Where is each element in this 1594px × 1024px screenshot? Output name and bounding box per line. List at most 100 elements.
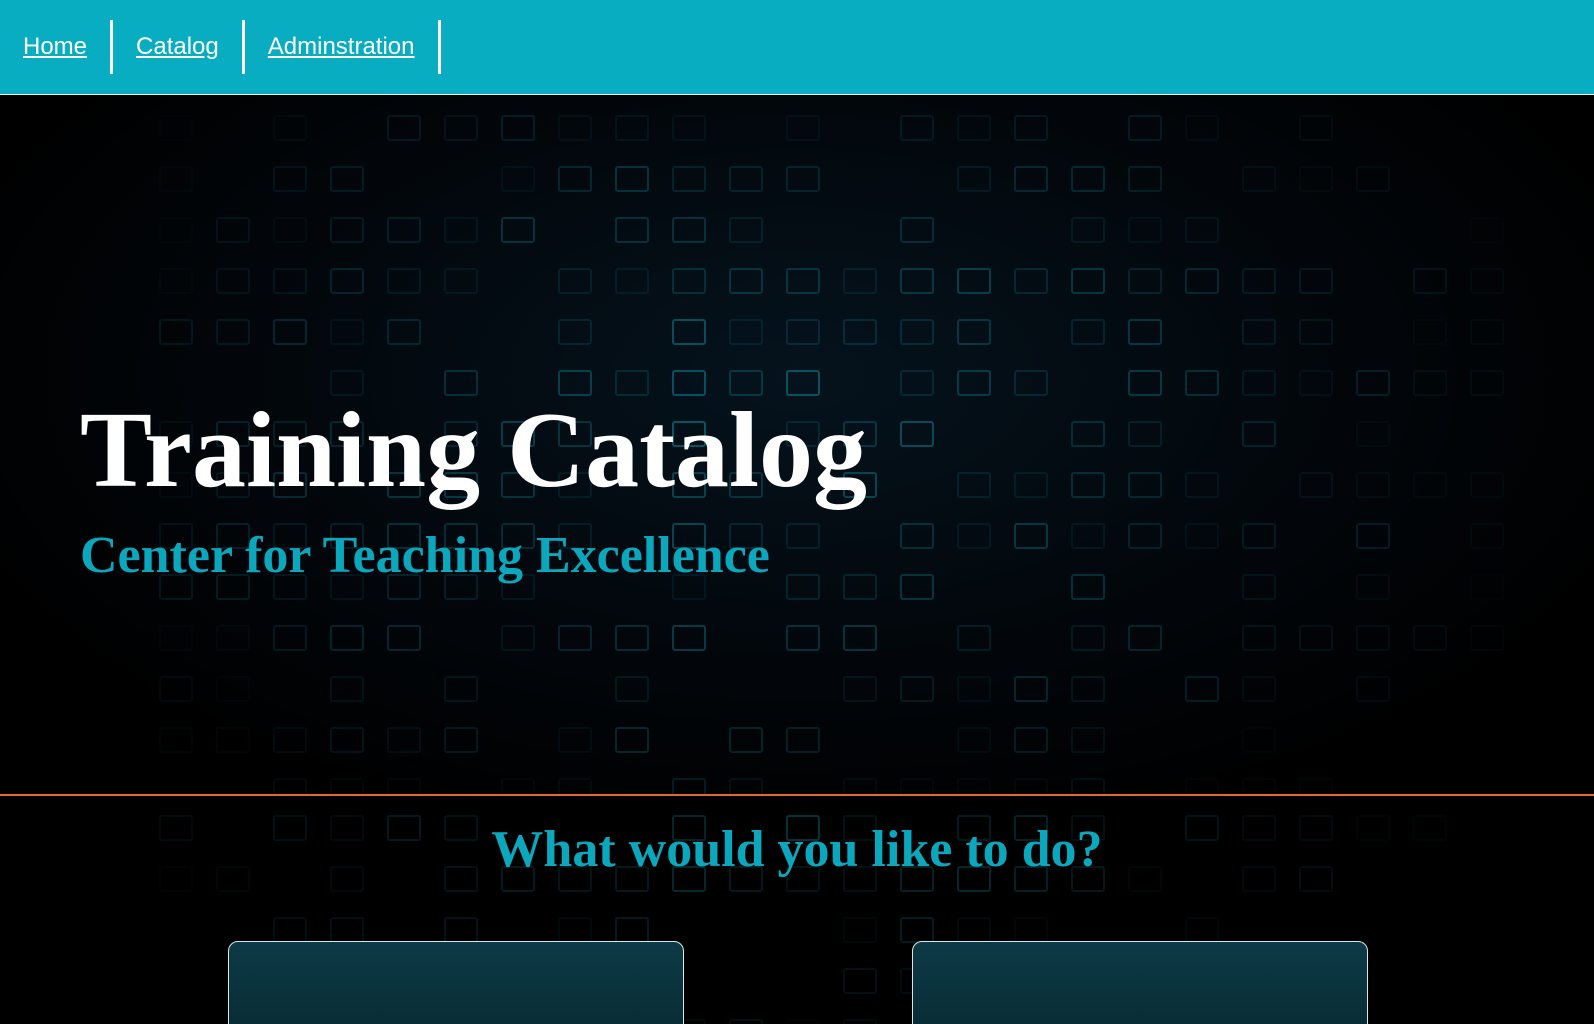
grid-square [1128,472,1162,498]
grid-square [843,319,877,345]
grid-square [1185,523,1219,549]
grid-square [1356,166,1390,192]
grid-square [1470,472,1504,498]
grid-square [501,625,535,651]
grid-square [900,778,934,794]
grid-square [1470,370,1504,396]
grid-square [387,778,421,794]
grid-square [786,319,820,345]
grid-square [957,370,991,396]
grid-square [273,319,307,345]
grid-square [501,115,535,141]
grid-square [1014,917,1048,943]
grid-square [1242,778,1276,794]
grid-square [672,319,706,345]
grid-square [1242,370,1276,396]
grid-square [1299,115,1333,141]
grid-square [1242,625,1276,651]
grid-square [1014,472,1048,498]
grid-square [843,1019,877,1024]
grid-square [843,268,877,294]
grid-square [1185,115,1219,141]
grid-square [1014,268,1048,294]
grid-square [273,217,307,243]
grid-square [159,625,193,651]
grid-square [159,727,193,753]
grid-square [1413,268,1447,294]
grid-square [957,115,991,141]
grid-square [786,115,820,141]
grid-square [1014,523,1048,549]
grid-square [900,217,934,243]
hero-banner: Training Catalog Center for Teaching Exc… [0,96,1594,796]
grid-square [786,574,820,600]
grid-square [957,727,991,753]
grid-square [558,115,592,141]
grid-square [672,115,706,141]
grid-square [558,268,592,294]
grid-square [957,166,991,192]
grid-square [1071,166,1105,192]
grid-square [900,917,934,943]
grid-square [843,968,877,994]
grid-square [843,778,877,794]
grid-square [1242,166,1276,192]
grid-square [1014,727,1048,753]
grid-square [330,319,364,345]
grid-square [1242,268,1276,294]
action-card-right[interactable] [912,941,1368,1024]
grid-square [786,727,820,753]
grid-square [387,115,421,141]
grid-square [558,727,592,753]
grid-square [1356,625,1390,651]
grid-square [729,268,763,294]
page-subtitle: Center for Teaching Excellence [80,527,770,584]
grid-square [1356,472,1390,498]
grid-square [387,268,421,294]
grid-square [1185,676,1219,702]
grid-square [615,115,649,141]
grid-square [1299,268,1333,294]
grid-square [1299,472,1333,498]
grid-square [615,268,649,294]
grid-square [957,523,991,549]
grid-square [672,625,706,651]
grid-square [444,217,478,243]
grid-square [1242,319,1276,345]
nav-item-home: Home [0,20,114,74]
grid-square [1071,523,1105,549]
grid-square [1014,115,1048,141]
grid-square [159,676,193,702]
grid-square [729,319,763,345]
grid-square [1128,268,1162,294]
grid-square [1128,370,1162,396]
grid-square [1185,268,1219,294]
grid-square [1470,625,1504,651]
nav-link-administration[interactable]: Adminstration [268,33,415,61]
grid-square [729,166,763,192]
grid-square [1299,778,1333,794]
grid-square [1071,625,1105,651]
grid-square [787,1020,819,1024]
grid-square [159,268,193,294]
grid-square [786,268,820,294]
grid-square [1299,370,1333,396]
grid-square [444,115,478,141]
nav-link-home[interactable]: Home [23,33,87,61]
grid-square [1071,727,1105,753]
grid-square [1071,778,1105,794]
grid-square [558,166,592,192]
grid-square [273,727,307,753]
grid-square [330,778,364,794]
grid-square [1413,472,1447,498]
grid-square [615,727,649,753]
grid-square [1242,523,1276,549]
nav-link-catalog[interactable]: Catalog [136,33,219,61]
grid-square [1014,778,1048,794]
grid-square [1128,625,1162,651]
action-card-left[interactable] [228,941,684,1024]
grid-square [615,917,649,943]
grid-square [1128,319,1162,345]
grid-square [444,676,478,702]
grid-square [501,217,535,243]
